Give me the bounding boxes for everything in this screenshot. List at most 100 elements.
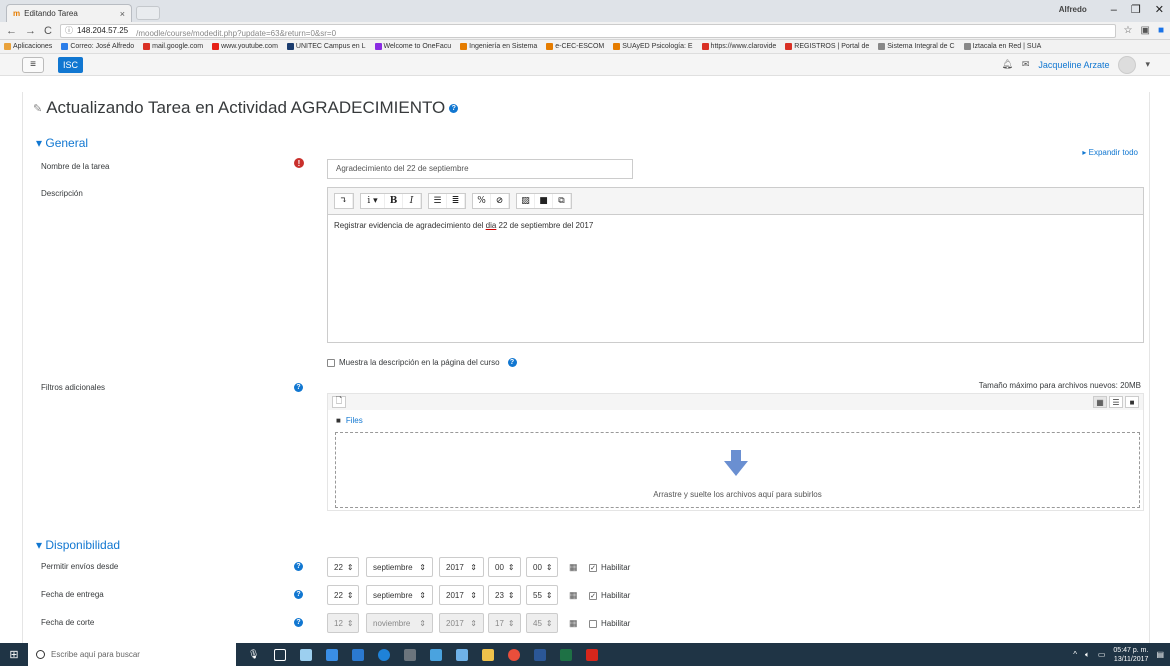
word-icon[interactable] [534, 648, 546, 661]
bookmark-item[interactable]: Sistema Integral de C [878, 43, 955, 50]
chevron-up-icon[interactable]: ^ [1073, 650, 1077, 659]
help-icon[interactable]: ? [294, 383, 303, 392]
enable-checkbox[interactable]: ✓ [589, 563, 597, 572]
paint-icon[interactable] [456, 648, 468, 661]
windows-start-icon[interactable]: ⊞ [0, 643, 28, 666]
taskbar-search-input[interactable]: Escribe aquí para buscar [28, 643, 236, 666]
bookmark-item[interactable]: e-CEC-ESCOM [546, 43, 604, 50]
bookmark-item[interactable]: Aplicaciones [4, 43, 52, 50]
unlink-icon[interactable]: ⊘ [491, 194, 509, 208]
folder-view-icon[interactable]: ■ [1125, 396, 1139, 408]
forward-icon[interactable]: → [25, 25, 36, 37]
section-availability-toggle[interactable]: ▾ Disponibilidad [36, 538, 120, 552]
bookmark-item[interactable]: https://www.clarovide [701, 43, 776, 50]
window-close-icon[interactable]: ✕ [1155, 3, 1164, 16]
add-file-icon[interactable]: 🗋︎ [332, 396, 346, 408]
hour-select[interactable]: 17 ⇕ [488, 613, 521, 633]
calculator-icon[interactable] [404, 648, 416, 661]
month-select[interactable]: septiembre ⇕ [366, 557, 433, 577]
bell-icon[interactable]: 🔔︎ [1001, 59, 1012, 70]
url-input[interactable]: ⓘ 148.204.57.25/moodle/course/modedit.ph… [59, 23, 1116, 38]
manage-files-icon[interactable]: ⧉ [553, 194, 571, 208]
description-editor[interactable]: Registrar evidencia de agradecimiento de… [327, 215, 1144, 343]
expand-all-link[interactable]: ▸ Expandir todo [1082, 148, 1138, 157]
help-icon[interactable]: ? [294, 618, 303, 627]
section-general-toggle[interactable]: ▾ General [36, 136, 88, 150]
media-icon[interactable]: ■ [535, 194, 553, 208]
star-icon[interactable]: ☆ [1124, 25, 1133, 36]
extension-icon[interactable]: ▣ [1141, 25, 1150, 36]
task-name-input[interactable]: Agradecimiento del 22 de septiembre [327, 159, 633, 179]
minimize-icon[interactable]: – [1111, 4, 1117, 16]
hour-select[interactable]: 00 ⇕ [488, 557, 521, 577]
extension2-icon[interactable]: ■ [1158, 25, 1164, 36]
reload-icon[interactable]: C [44, 25, 52, 37]
acrobat-icon[interactable] [586, 648, 598, 661]
help-icon[interactable]: ? [449, 103, 459, 113]
help-icon[interactable]: ? [294, 590, 303, 599]
hour-select[interactable]: 23 ⇕ [488, 585, 521, 605]
style-icon[interactable]: i ▾ [361, 194, 385, 208]
close-icon[interactable]: × [120, 9, 125, 19]
bookmark-item[interactable]: SUAyED Psicología: E [613, 43, 693, 50]
notifications-icon[interactable]: ▤ [1156, 650, 1164, 659]
bullet-list-icon[interactable]: ☰ [429, 194, 447, 208]
calendar-icon[interactable]: ▦ [569, 562, 578, 573]
system-clock[interactable]: 05:47 p. m. 13/11/2017 [1113, 646, 1148, 664]
mail-icon[interactable] [352, 648, 364, 661]
bookmark-item[interactable]: Correo: José Alfredo [61, 43, 134, 50]
calendar-icon[interactable]: ▦ [569, 618, 578, 629]
files-path-link[interactable]: Files [346, 416, 363, 425]
day-select[interactable]: 12 ⇕ [327, 613, 359, 633]
network-app-icon[interactable] [300, 648, 312, 661]
browser-tab[interactable]: m Editando Tarea × [6, 4, 132, 22]
italic-icon[interactable]: I [403, 194, 421, 208]
month-select[interactable]: septiembre ⇕ [366, 585, 433, 605]
year-select[interactable]: 2017 ⇕ [439, 613, 484, 633]
bookmark-item[interactable]: Ingeniería en Sistema [460, 43, 537, 50]
calendar-icon[interactable]: ▦ [569, 590, 578, 601]
store-icon[interactable] [326, 648, 338, 661]
maximize-icon[interactable]: ❐ [1131, 3, 1141, 16]
back-icon[interactable]: ← [6, 25, 17, 37]
minute-select[interactable]: 55 ⇕ [526, 585, 558, 605]
bookmark-item[interactable]: Iztacala en Red | SUA [963, 43, 1041, 50]
month-select[interactable]: noviembre ⇕ [366, 613, 433, 633]
menu-toggle-button[interactable]: ≡ [22, 56, 44, 73]
file-explorer-icon[interactable] [482, 648, 494, 661]
day-select[interactable]: 22 ⇕ [327, 585, 359, 605]
list-view-icon[interactable]: ☰ [1109, 396, 1123, 408]
chrome-icon[interactable] [508, 648, 520, 661]
edge-icon[interactable] [378, 648, 390, 661]
enable-checkbox[interactable] [589, 619, 597, 628]
chevron-down-icon[interactable]: ▾ [1145, 59, 1150, 70]
bookmark-item[interactable]: UNITEC Campus en L [286, 43, 366, 50]
breadcrumb[interactable]: ■ Files [328, 410, 1143, 425]
day-select[interactable]: 22 ⇕ [327, 557, 359, 577]
help-icon[interactable]: ? [294, 562, 303, 571]
year-select[interactable]: 2017 ⇕ [439, 557, 484, 577]
photos-icon[interactable] [430, 648, 442, 661]
show-description-checkbox[interactable] [327, 358, 335, 367]
excel-icon[interactable] [560, 648, 572, 661]
bookmark-item[interactable]: mail.google.com [143, 43, 203, 50]
bold-icon[interactable]: B [385, 194, 403, 208]
file-drop-zone[interactable]: Arrastre y suelte los archivos aquí para… [335, 432, 1140, 508]
microphone-icon[interactable]: 🎙︎ [248, 649, 260, 661]
keyboard-icon[interactable]: ▭ [1098, 650, 1106, 659]
image-icon[interactable]: ▨ [517, 194, 535, 208]
collapse-toolbar-icon[interactable]: ↴ [335, 194, 353, 208]
year-select[interactable]: 2017 ⇕ [439, 585, 484, 605]
minute-select[interactable]: 45 ⇕ [526, 613, 558, 633]
info-icon[interactable]: ⓘ [65, 25, 73, 36]
bookmark-item[interactable]: Welcome to OneFacu [374, 43, 451, 50]
messages-icon[interactable]: ✉︎ [1022, 59, 1030, 70]
grid-view-icon[interactable]: ▦ [1093, 396, 1107, 408]
link-icon[interactable]: % [473, 194, 491, 208]
enable-checkbox[interactable]: ✓ [589, 591, 597, 600]
new-tab-button[interactable] [136, 6, 160, 20]
bookmark-item[interactable]: www.youtube.com [212, 43, 278, 50]
site-brand[interactable]: ISC [58, 56, 84, 73]
window-profile-name[interactable]: Alfredo [1059, 5, 1087, 14]
numbered-list-icon[interactable]: ≣ [447, 194, 465, 208]
